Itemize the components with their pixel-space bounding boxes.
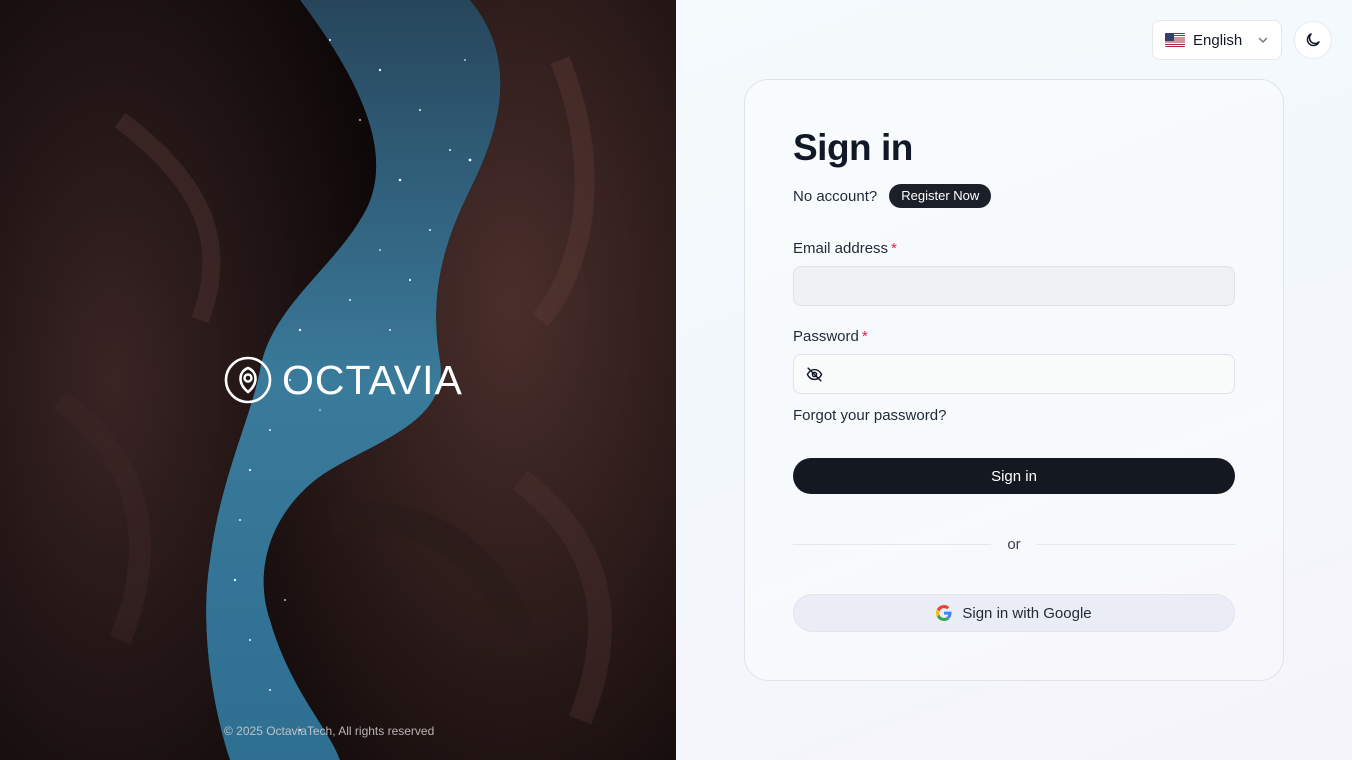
brand-name: OCTAVIA [282, 357, 463, 403]
hero-panel: OCTAVIA © 2025 OctaviaTech, All rights r… [0, 0, 676, 760]
required-marker: * [891, 240, 897, 257]
language-label: English [1193, 31, 1243, 49]
google-signin-label: Sign in with Google [962, 604, 1092, 622]
signin-button[interactable]: Sign in [793, 458, 1235, 494]
no-account-text: No account? [793, 187, 878, 205]
register-button[interactable]: Register Now [889, 184, 992, 208]
google-signin-button[interactable]: Sign in with Google [793, 594, 1235, 632]
octavia-logo-icon [224, 356, 272, 404]
eye-off-icon[interactable] [806, 366, 823, 383]
password-label: Password * [793, 328, 868, 345]
password-label-text: Password [793, 328, 859, 345]
email-label: Email address * [793, 240, 897, 257]
language-select[interactable]: English [1152, 20, 1282, 60]
required-marker: * [861, 328, 868, 345]
brand-logo: OCTAVIA [224, 356, 463, 404]
copyright-text: © 2025 OctaviaTech, All rights reserved [224, 724, 435, 738]
signin-card: Sign in No account? Register Now Email a… [744, 79, 1284, 681]
or-divider: or [793, 534, 1235, 554]
password-field[interactable] [793, 354, 1235, 394]
moon-icon [1306, 33, 1320, 47]
divider-line [793, 543, 992, 545]
divider-line [1036, 543, 1235, 545]
forgot-password-link[interactable]: Forgot your password? [793, 407, 946, 424]
auth-panel: English Sign in No account? Register Now… [676, 0, 1352, 760]
google-icon [936, 605, 952, 621]
divider-text: or [1007, 535, 1021, 553]
chevron-down-icon [1258, 37, 1268, 43]
register-prompt: No account? Register Now [793, 184, 992, 208]
theme-toggle-button[interactable] [1294, 21, 1332, 59]
email-label-text: Email address [793, 240, 889, 257]
email-field[interactable] [793, 266, 1235, 306]
page-title: Sign in [793, 127, 913, 168]
us-flag-icon [1165, 33, 1185, 47]
